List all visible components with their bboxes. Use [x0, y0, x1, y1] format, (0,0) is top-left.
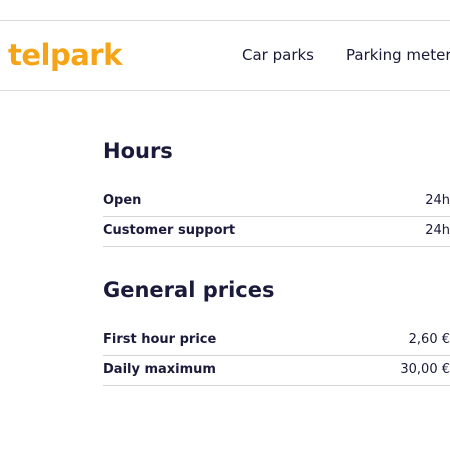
- nav-car-parks[interactable]: Car parks: [242, 45, 314, 65]
- general-prices-title: General prices: [103, 278, 275, 302]
- site-header: telpark Car parks Parking meter: [0, 21, 450, 91]
- telpark-logo[interactable]: telpark: [8, 37, 122, 73]
- row-value: 24h: [425, 223, 450, 238]
- nav-parking-meter[interactable]: Parking meter: [346, 45, 450, 65]
- page: telpark Car parks Parking meter Hours Op…: [0, 0, 450, 450]
- row-value: 30,00 €: [400, 362, 450, 377]
- row-value: 24h: [425, 193, 450, 208]
- prices-row-first-hour: First hour price 2,60 €: [103, 326, 450, 356]
- row-label: Open: [103, 193, 142, 208]
- prices-row-daily-maximum: Daily maximum 30,00 €: [103, 356, 450, 386]
- hours-row-customer-support: Customer support 24h: [103, 217, 450, 247]
- hours-row-open: Open 24h: [103, 187, 450, 217]
- row-label: Customer support: [103, 223, 236, 238]
- row-label: Daily maximum: [103, 362, 216, 377]
- hours-title: Hours: [103, 139, 173, 163]
- row-value: 2,60 €: [408, 332, 450, 347]
- row-label: First hour price: [103, 332, 217, 347]
